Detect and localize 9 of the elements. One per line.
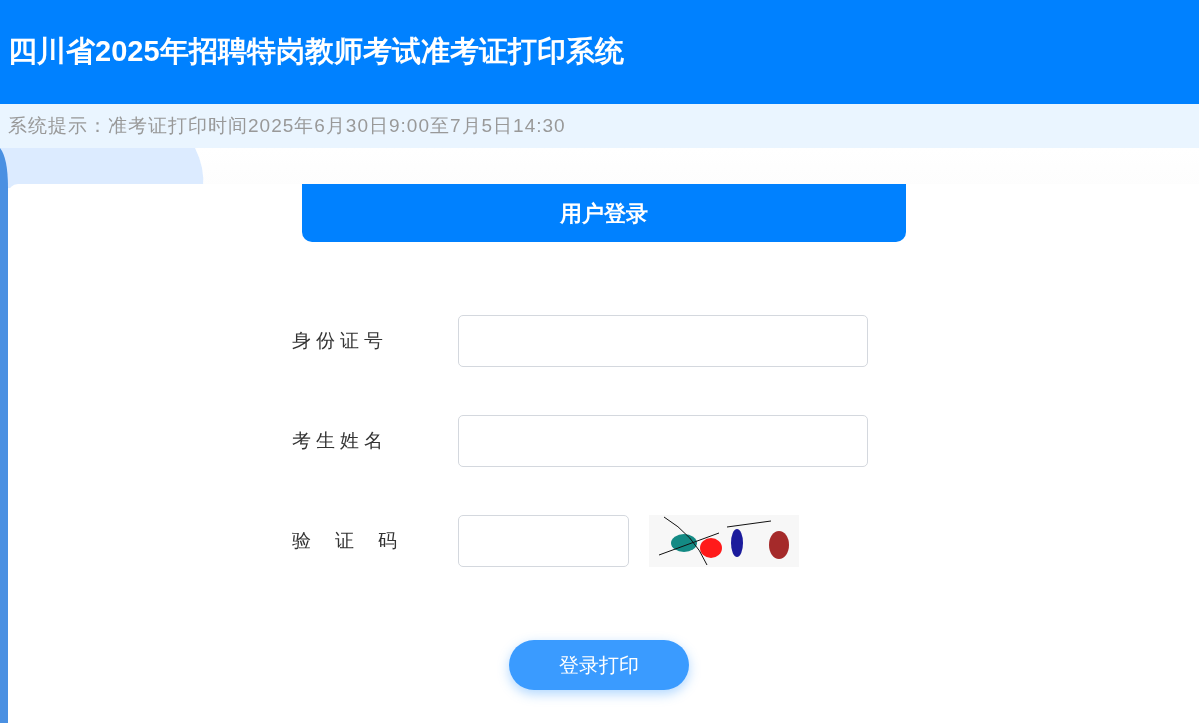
login-print-button[interactable]: 登录打印 <box>508 640 689 690</box>
field-label: 身 份 证 号 <box>291 328 385 353</box>
notice-text: 系统提示：准考证打印时间2025年6月30日9:00至7月5日14:30 <box>8 113 566 138</box>
input-field[interactable] <box>457 415 868 467</box>
site-title: 四川省2025年招聘特岗教师考试准考证打印系统 <box>8 34 624 70</box>
captcha-input[interactable] <box>457 515 629 567</box>
input-field[interactable] <box>457 315 868 367</box>
field-label: 考 生 姓 名 <box>291 428 385 453</box>
field-label: 验 证 码 <box>291 528 399 553</box>
